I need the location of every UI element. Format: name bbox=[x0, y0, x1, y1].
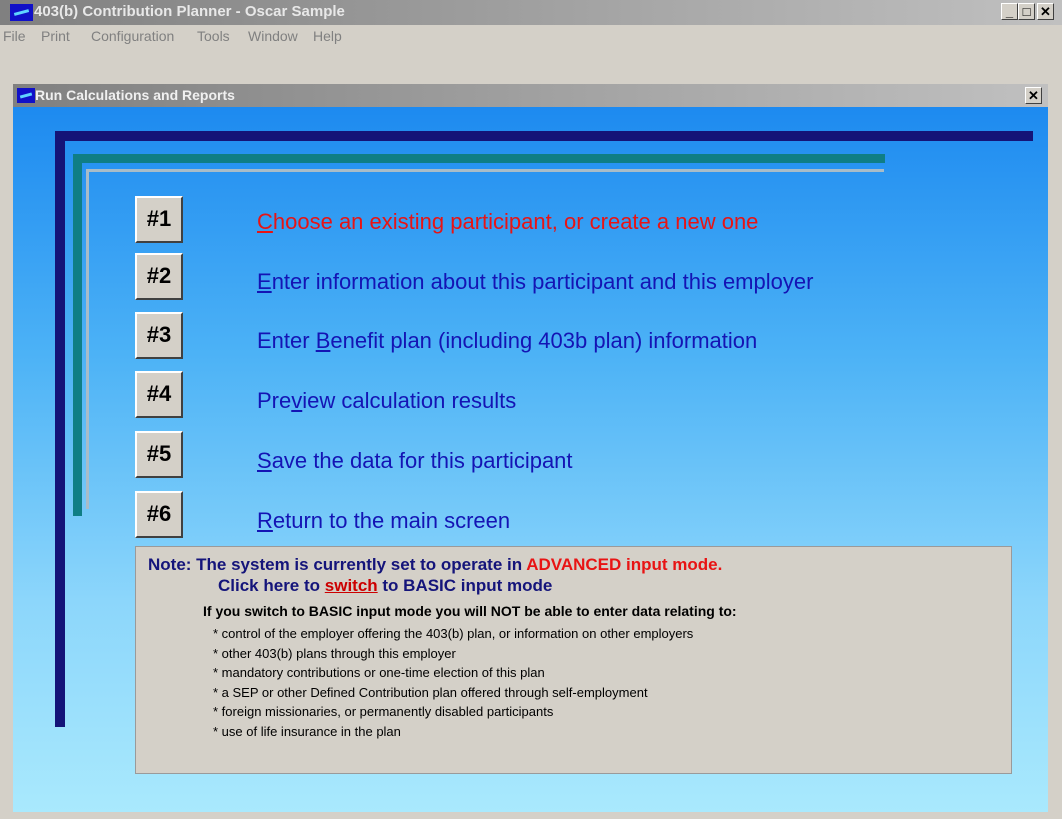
switch-mode-link[interactable]: switch bbox=[325, 576, 378, 595]
child-window-icon bbox=[17, 88, 35, 103]
step-1-text: hoose an existing participant, or create… bbox=[272, 209, 759, 234]
step-5-hotkey: S bbox=[257, 448, 272, 473]
step-5-button[interactable]: #5 bbox=[135, 431, 183, 478]
close-icon: ✕ bbox=[1040, 4, 1051, 19]
menu-help[interactable]: Help bbox=[313, 28, 342, 44]
step-3-link[interactable]: Enter Benefit plan (including 403b plan)… bbox=[257, 328, 757, 354]
list-item: * control of the employer offering the 4… bbox=[213, 626, 694, 641]
minimize-button[interactable]: _ bbox=[1001, 3, 1018, 20]
current-mode-text: ADVANCED input mode. bbox=[526, 555, 723, 574]
step-6-hotkey: R bbox=[257, 508, 273, 533]
child-window-title-bar: Run Calculations and Reports ✕ bbox=[13, 84, 1048, 107]
switch-prefix: Click here to bbox=[218, 576, 325, 595]
decor-bar-teal-vertical bbox=[73, 154, 82, 516]
note-prefix: Note: The system is currently set to ope… bbox=[148, 555, 527, 574]
list-item: * use of life insurance in the plan bbox=[213, 723, 401, 739]
app-icon bbox=[10, 4, 33, 21]
step-6-link[interactable]: Return to the main screen bbox=[257, 508, 510, 534]
step-3-button[interactable]: #3 bbox=[135, 312, 183, 359]
list-item: * foreign missionaries, or permanently d… bbox=[213, 704, 554, 719]
list-item: * a SEP or other Defined Contribution pl… bbox=[213, 684, 648, 700]
child-window-title: Run Calculations and Reports bbox=[35, 87, 235, 103]
step-2-button[interactable]: #2 bbox=[135, 253, 183, 300]
menu-window[interactable]: Window bbox=[248, 28, 298, 44]
basic-mode-warning: If you switch to BASIC input mode you wi… bbox=[203, 603, 737, 619]
step-4-button[interactable]: #4 bbox=[135, 371, 183, 418]
maximize-icon: □ bbox=[1022, 4, 1031, 19]
decor-bar-navy-horizontal bbox=[55, 131, 1033, 141]
note-switch-line: Click here to switch to BASIC input mode bbox=[218, 576, 552, 596]
step-4-hotkey: v bbox=[291, 388, 303, 413]
step-6-text: eturn to the main screen bbox=[272, 508, 511, 533]
restricted-items-list: * control of the employer offering the 4… bbox=[213, 624, 693, 741]
decor-bar-gray-vertical bbox=[86, 169, 89, 509]
switch-suffix: to BASIC input mode bbox=[377, 576, 553, 595]
minimize-icon: _ bbox=[1005, 4, 1014, 19]
input-mode-note-panel: Note: The system is currently set to ope… bbox=[135, 546, 1012, 774]
step-2-hotkey: E bbox=[257, 269, 272, 294]
step-1-button[interactable]: #1 bbox=[135, 196, 183, 243]
menu-file[interactable]: File bbox=[3, 28, 26, 44]
note-mode-line: Note: The system is currently set to ope… bbox=[148, 555, 722, 575]
menu-print[interactable]: Print bbox=[41, 28, 70, 44]
list-item: * mandatory contributions or one-time el… bbox=[213, 665, 545, 680]
step-6-button[interactable]: #6 bbox=[135, 491, 183, 538]
decor-bar-gray-horizontal bbox=[86, 169, 884, 172]
decor-bar-teal-horizontal bbox=[73, 154, 885, 163]
window-controls: _ □ ✕ bbox=[1001, 3, 1054, 20]
step-3-hotkey: B bbox=[315, 328, 331, 353]
step-5-text: ave the data for this participant bbox=[271, 448, 573, 473]
step-2-link[interactable]: Enter information about this participant… bbox=[257, 269, 813, 295]
app-title-bar: 403(b) Contribution Planner - Oscar Samp… bbox=[0, 0, 1062, 25]
step-3-pre: Enter bbox=[257, 328, 316, 353]
list-item: * other 403(b) plans through this employ… bbox=[213, 645, 456, 661]
menu-configuration[interactable]: Configuration bbox=[91, 28, 174, 44]
menu-bar: File Print Configuration Tools Window He… bbox=[0, 25, 1062, 47]
step-1-hotkey: C bbox=[257, 209, 273, 234]
step-4-pre: Pre bbox=[257, 388, 292, 413]
app-title: 403(b) Contribution Planner - Oscar Samp… bbox=[34, 3, 345, 20]
step-3-text: enefit plan (including 403b plan) inform… bbox=[330, 328, 758, 353]
close-button[interactable]: ✕ bbox=[1037, 3, 1054, 20]
step-5-link[interactable]: Save the data for this participant bbox=[257, 448, 573, 474]
step-4-text: iew calculation results bbox=[302, 388, 517, 413]
step-1-link[interactable]: Choose an existing participant, or creat… bbox=[257, 209, 758, 235]
child-close-button[interactable]: ✕ bbox=[1025, 87, 1042, 104]
step-2-text: nter information about this participant … bbox=[271, 269, 814, 294]
close-icon: ✕ bbox=[1028, 88, 1039, 103]
maximize-button[interactable]: □ bbox=[1018, 3, 1035, 20]
menu-tools[interactable]: Tools bbox=[197, 28, 230, 44]
window-bottom-frame bbox=[0, 812, 1062, 819]
decor-bar-navy-vertical bbox=[55, 131, 65, 727]
step-4-link[interactable]: Preview calculation results bbox=[257, 388, 516, 414]
